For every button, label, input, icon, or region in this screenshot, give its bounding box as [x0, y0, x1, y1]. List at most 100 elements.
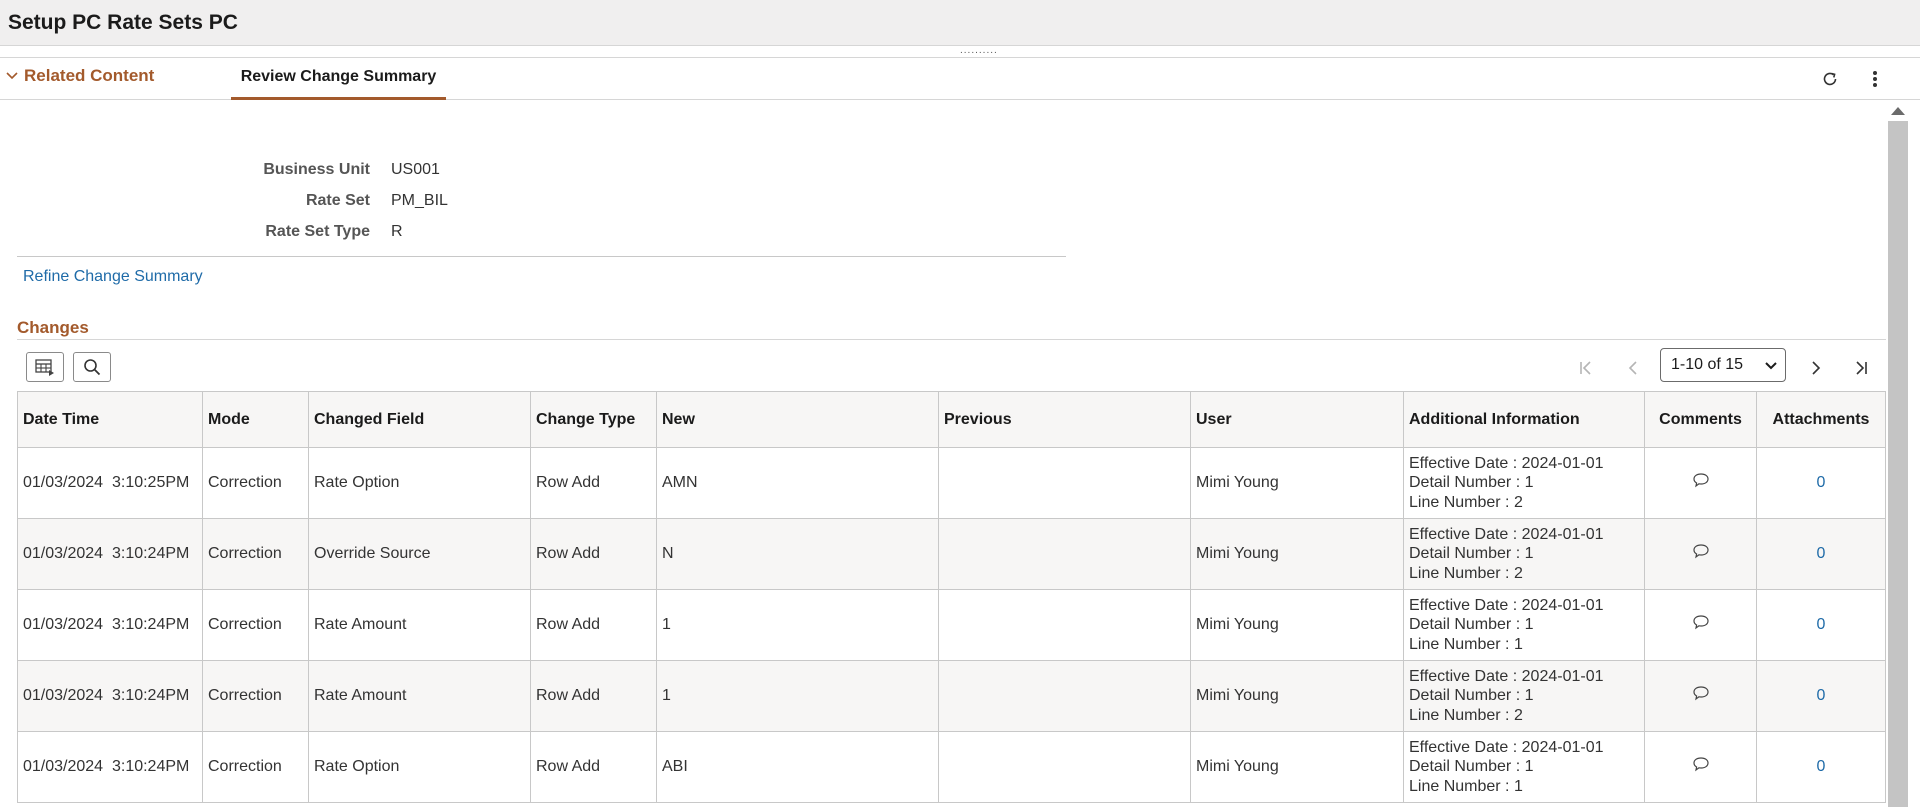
attachments-link[interactable]: 0 — [1817, 758, 1826, 775]
cell-change-type: Row Add — [530, 589, 657, 661]
field-rate-set-type: Rate Set Type R — [0, 223, 440, 245]
info-line: Line Number : 2 — [1409, 564, 1523, 582]
column-header-date-time[interactable]: Date Time — [17, 391, 203, 448]
cell-additional-information: Effective Date : 2024-01-01 Detail Numbe… — [1403, 518, 1645, 590]
cell-user: Mimi Young — [1190, 589, 1404, 661]
column-header-change-type[interactable]: Change Type — [530, 391, 657, 448]
cell-mode: Correction — [202, 447, 309, 519]
comment-icon[interactable] — [1692, 756, 1710, 772]
cell-changed-field: Rate Amount — [308, 589, 531, 661]
tab-bar: Related Content Review Change Summary — [0, 57, 1920, 100]
related-content-label: Related Content — [24, 66, 155, 85]
info-line: Line Number : 2 — [1409, 493, 1523, 511]
cell-additional-information: Effective Date : 2024-01-01 Detail Numbe… — [1403, 731, 1645, 803]
search-icon — [84, 359, 101, 376]
grid-find-button[interactable] — [73, 352, 111, 382]
cell-comments — [1644, 447, 1757, 519]
info-line: Detail Number : 1 — [1409, 474, 1534, 492]
cell-comments — [1644, 589, 1757, 661]
cell-mode: Correction — [202, 660, 309, 732]
comment-icon[interactable] — [1692, 543, 1710, 559]
field-rate-set: Rate Set PM_BIL — [0, 192, 448, 214]
cell-attachments: 0 — [1756, 447, 1886, 519]
cell-change-type: Row Add — [530, 518, 657, 590]
vertical-scrollbar[interactable] — [1886, 101, 1920, 807]
column-header-attachments[interactable]: Attachments — [1756, 391, 1886, 448]
scrollbar-thumb[interactable] — [1888, 121, 1908, 807]
cell-changed-field: Rate Amount — [308, 660, 531, 732]
refine-change-summary-link[interactable]: Refine Change Summary — [23, 268, 203, 286]
info-line: Detail Number : 1 — [1409, 687, 1534, 705]
column-header-additional-information[interactable]: Additional Information — [1403, 391, 1645, 448]
cell-changed-field: Override Source — [308, 518, 531, 590]
cell-attachments: 0 — [1756, 518, 1886, 590]
field-label: Rate Set Type — [265, 223, 370, 240]
cell-attachments: 0 — [1756, 660, 1886, 732]
previous-page-icon[interactable] — [1622, 357, 1644, 379]
tab-review-change-summary[interactable]: Review Change Summary — [231, 58, 446, 100]
grid-settings-button[interactable] — [26, 352, 64, 382]
info-line: Effective Date : 2024-01-01 — [1409, 667, 1604, 685]
attachments-link[interactable]: 0 — [1817, 616, 1826, 633]
column-header-user[interactable]: User — [1190, 391, 1404, 448]
cell-date-time: 01/03/2024 3:10:24PM — [17, 660, 203, 732]
info-line: Effective Date : 2024-01-01 — [1409, 738, 1604, 756]
scroll-up-icon[interactable] — [1891, 107, 1905, 115]
related-content-toggle[interactable]: Related Content — [6, 66, 154, 86]
cell-user: Mimi Young — [1190, 518, 1404, 590]
column-header-comments[interactable]: Comments — [1644, 391, 1757, 448]
info-line: Detail Number : 1 — [1409, 616, 1534, 634]
column-header-mode[interactable]: Mode — [202, 391, 309, 448]
cell-additional-information: Effective Date : 2024-01-01 Detail Numbe… — [1403, 447, 1645, 519]
cell-comments — [1644, 731, 1757, 803]
comment-icon[interactable] — [1692, 472, 1710, 488]
attachments-link[interactable]: 0 — [1817, 687, 1826, 704]
splitter-handle[interactable]: .......... — [960, 46, 998, 56]
cell-mode: Correction — [202, 589, 309, 661]
changes-grid: Date Time Mode Changed Field Change Type… — [17, 391, 1886, 803]
field-business-unit: Business Unit US001 — [0, 161, 440, 183]
cell-previous — [938, 518, 1191, 590]
more-vertical-icon[interactable] — [1862, 66, 1888, 92]
cell-mode: Correction — [202, 518, 309, 590]
info-line: Detail Number : 1 — [1409, 545, 1534, 563]
info-line: Line Number : 1 — [1409, 635, 1523, 653]
chevron-down-icon — [1765, 362, 1777, 370]
cell-previous — [938, 731, 1191, 803]
last-page-icon[interactable] — [1850, 357, 1872, 379]
table-row: 01/03/2024 3:10:24PM Correction Rate Opt… — [17, 731, 1886, 803]
chevron-down-icon — [6, 72, 18, 80]
cell-previous — [938, 447, 1191, 519]
table-row: 01/03/2024 3:10:24PM Correction Rate Amo… — [17, 660, 1886, 732]
first-page-icon[interactable] — [1575, 357, 1597, 379]
cell-attachments: 0 — [1756, 589, 1886, 661]
table-row: 01/03/2024 3:10:24PM Correction Rate Amo… — [17, 589, 1886, 661]
column-header-changed-field[interactable]: Changed Field — [308, 391, 531, 448]
refresh-icon[interactable] — [1817, 66, 1843, 92]
field-value: US001 — [391, 161, 440, 178]
page-title: Setup PC Rate Sets PC — [8, 11, 238, 34]
main-content: Business Unit US001 Rate Set PM_BIL Rate… — [0, 101, 1886, 807]
comment-icon[interactable] — [1692, 614, 1710, 630]
grid-header-row: Date Time Mode Changed Field Change Type… — [17, 391, 1886, 448]
cell-new: ABI — [656, 731, 939, 803]
attachments-link[interactable]: 0 — [1817, 474, 1826, 491]
next-page-icon[interactable] — [1805, 357, 1827, 379]
table-row: 01/03/2024 3:10:24PM Correction Override… — [17, 518, 1886, 590]
cell-previous — [938, 589, 1191, 661]
field-label: Rate Set — [305, 192, 370, 209]
divider — [17, 256, 1066, 257]
comment-icon[interactable] — [1692, 685, 1710, 701]
cell-previous — [938, 660, 1191, 732]
column-header-new[interactable]: New — [656, 391, 939, 448]
field-label: Business Unit — [263, 161, 370, 178]
cell-change-type: Row Add — [530, 731, 657, 803]
info-line: Detail Number : 1 — [1409, 758, 1534, 776]
cell-comments — [1644, 518, 1757, 590]
column-header-previous[interactable]: Previous — [938, 391, 1191, 448]
cell-comments — [1644, 660, 1757, 732]
cell-attachments: 0 — [1756, 731, 1886, 803]
page-range-select[interactable]: 1-10 of 15 — [1660, 348, 1786, 382]
cell-new: N — [656, 518, 939, 590]
attachments-link[interactable]: 0 — [1817, 545, 1826, 562]
